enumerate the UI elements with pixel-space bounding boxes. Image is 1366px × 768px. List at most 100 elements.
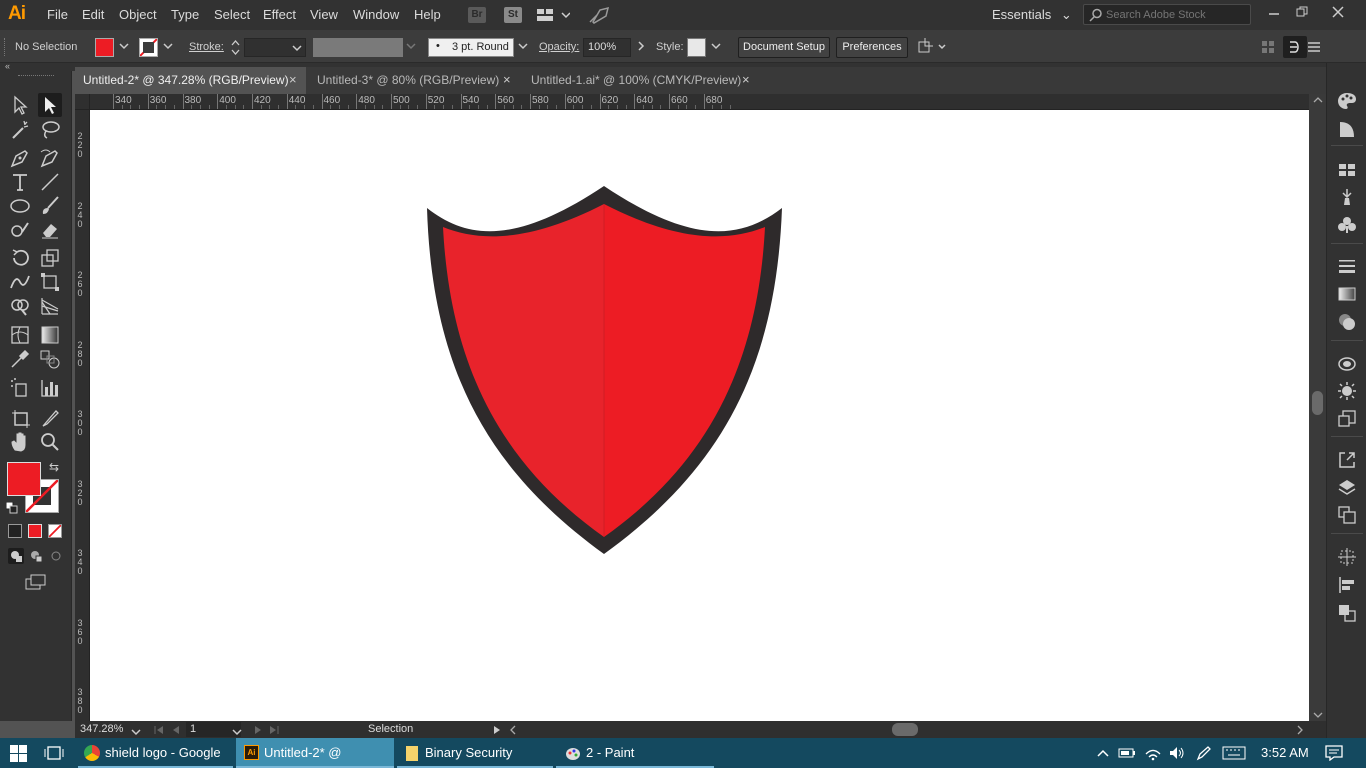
export-panel-button[interactable] [1337, 450, 1357, 470]
fill-color-box[interactable] [7, 462, 41, 496]
eyedropper-tool[interactable] [8, 347, 32, 371]
hand-tool[interactable] [8, 430, 32, 454]
artboards-panel-button[interactable] [1337, 505, 1357, 525]
curvature-tool[interactable] [38, 146, 62, 170]
first-artboard-button[interactable] [153, 724, 165, 738]
opacity-label[interactable]: Opacity: [539, 41, 579, 53]
pen-tool[interactable] [8, 146, 32, 170]
scroll-left-icon[interactable] [509, 724, 517, 738]
libraries-panel-button[interactable] [1337, 409, 1357, 429]
variable-width-profile[interactable] [313, 38, 403, 57]
align-panel-button[interactable] [1337, 575, 1357, 595]
battery-icon[interactable] [1118, 746, 1136, 763]
stroke-panel-button[interactable] [1337, 256, 1357, 276]
color-guide-button[interactable] [1337, 119, 1357, 139]
menu-edit[interactable]: Edit [82, 7, 104, 22]
minimize-button[interactable] [1262, 4, 1286, 24]
stroke-label[interactable]: Stroke: [189, 41, 224, 53]
menu-view[interactable]: View [310, 7, 338, 22]
symbols-panel-button[interactable] [1337, 215, 1357, 235]
vertical-scrollbar[interactable] [1309, 94, 1326, 721]
bridge-button[interactable]: Br [468, 7, 486, 23]
taskbar-illustrator[interactable]: Ai Untitled-2* @ 347.28... [236, 738, 394, 768]
gradient-tool[interactable] [38, 323, 62, 347]
column-graph-tool[interactable] [38, 376, 62, 400]
document-setup-button[interactable]: Document Setup [738, 37, 830, 58]
slice-tool[interactable] [38, 406, 62, 430]
tab-untitled-1[interactable]: Untitled-1.ai* @ 100% (CMYK/Preview) × [523, 67, 757, 94]
ruler-origin[interactable] [75, 94, 90, 110]
zoom-level[interactable]: 347.28% [80, 723, 123, 735]
taskbar-paint[interactable]: 2 - Paint [556, 738, 714, 768]
stroke-swatch[interactable] [139, 38, 158, 57]
stroke-dropdown[interactable] [163, 42, 173, 52]
control-bar-grip[interactable] [4, 38, 7, 56]
width-tool[interactable] [8, 270, 32, 294]
mesh-tool[interactable] [8, 323, 32, 347]
clock[interactable]: 3:52 AM [1261, 745, 1309, 760]
transform-panel-button[interactable] [1337, 547, 1357, 567]
menu-file[interactable]: File [47, 7, 68, 22]
graphic-styles-panel-button[interactable] [1337, 381, 1357, 401]
brushes-panel-button[interactable] [1337, 187, 1357, 207]
profile-dropdown[interactable] [406, 42, 416, 52]
draw-behind-button[interactable] [28, 548, 44, 567]
horizontal-scroll-thumb[interactable] [892, 723, 918, 736]
none-mode-button[interactable] [48, 524, 62, 538]
status-menu-arrow[interactable] [493, 724, 501, 738]
stock-search[interactable] [1083, 4, 1251, 25]
tools-grip[interactable] [18, 75, 54, 78]
menu-effect[interactable]: Effect [263, 7, 296, 22]
panel-menu-toggle[interactable] [1283, 36, 1307, 58]
scroll-right-icon[interactable] [1296, 724, 1304, 738]
draw-inside-button[interactable] [48, 548, 64, 567]
blend-tool[interactable] [38, 347, 62, 371]
shaper-tool[interactable] [8, 218, 32, 242]
shape-builder-tool[interactable] [8, 294, 32, 318]
draw-normal-button[interactable] [8, 548, 24, 564]
menu-type[interactable]: Type [171, 7, 199, 22]
graphic-style-swatch[interactable] [687, 38, 706, 57]
zoom-dropdown[interactable] [131, 725, 141, 739]
swatches-panel-button[interactable] [1337, 160, 1357, 180]
control-bar-menu[interactable] [1308, 41, 1320, 55]
pathfinder-panel-button[interactable] [1337, 603, 1357, 623]
opacity-field[interactable]: 100% [583, 38, 631, 57]
wifi-icon[interactable] [1144, 745, 1162, 764]
action-center-icon[interactable] [1325, 745, 1343, 764]
gpu-performance-button[interactable] [588, 6, 610, 27]
lasso-tool[interactable] [38, 118, 62, 142]
menu-select[interactable]: Select [214, 7, 250, 22]
close-icon[interactable]: × [289, 67, 297, 93]
arrange-documents-button[interactable] [536, 7, 571, 26]
scroll-up-icon[interactable] [1313, 96, 1323, 106]
zoom-tool[interactable] [38, 430, 62, 454]
ellipse-tool[interactable] [8, 194, 32, 218]
gradient-mode-button[interactable] [28, 524, 42, 538]
close-window-button[interactable] [1326, 4, 1350, 24]
start-button[interactable] [10, 745, 27, 765]
line-tool[interactable] [38, 170, 62, 194]
tab-untitled-3[interactable]: Untitled-3* @ 80% (RGB/Preview) × [309, 67, 520, 94]
scale-tool[interactable] [38, 246, 62, 270]
artboard-dropdown[interactable] [232, 725, 242, 739]
direct-selection-tool[interactable] [38, 93, 62, 117]
show-hidden-icons[interactable] [1097, 746, 1109, 761]
stroke-weight-field[interactable] [244, 38, 306, 57]
fill-dropdown[interactable] [119, 42, 129, 52]
fill-swatch[interactable] [95, 38, 114, 57]
swap-fill-stroke-icon[interactable]: ⇆ [49, 460, 59, 474]
eraser-tool[interactable] [38, 218, 62, 242]
selection-tool[interactable] [8, 93, 32, 117]
perspective-grid-tool[interactable] [38, 294, 62, 318]
menu-object[interactable]: Object [119, 7, 157, 22]
volume-icon[interactable] [1168, 745, 1186, 764]
quick-actions-button[interactable] [917, 38, 947, 59]
transparency-panel-button[interactable] [1337, 312, 1357, 332]
next-artboard-button[interactable] [253, 724, 263, 738]
pen-workspace-icon[interactable] [1195, 745, 1213, 764]
close-icon[interactable]: × [742, 67, 750, 93]
rotate-tool[interactable] [8, 246, 32, 270]
align-icon[interactable] [1261, 40, 1275, 57]
taskbar-folder[interactable]: Binary Security [397, 738, 553, 768]
